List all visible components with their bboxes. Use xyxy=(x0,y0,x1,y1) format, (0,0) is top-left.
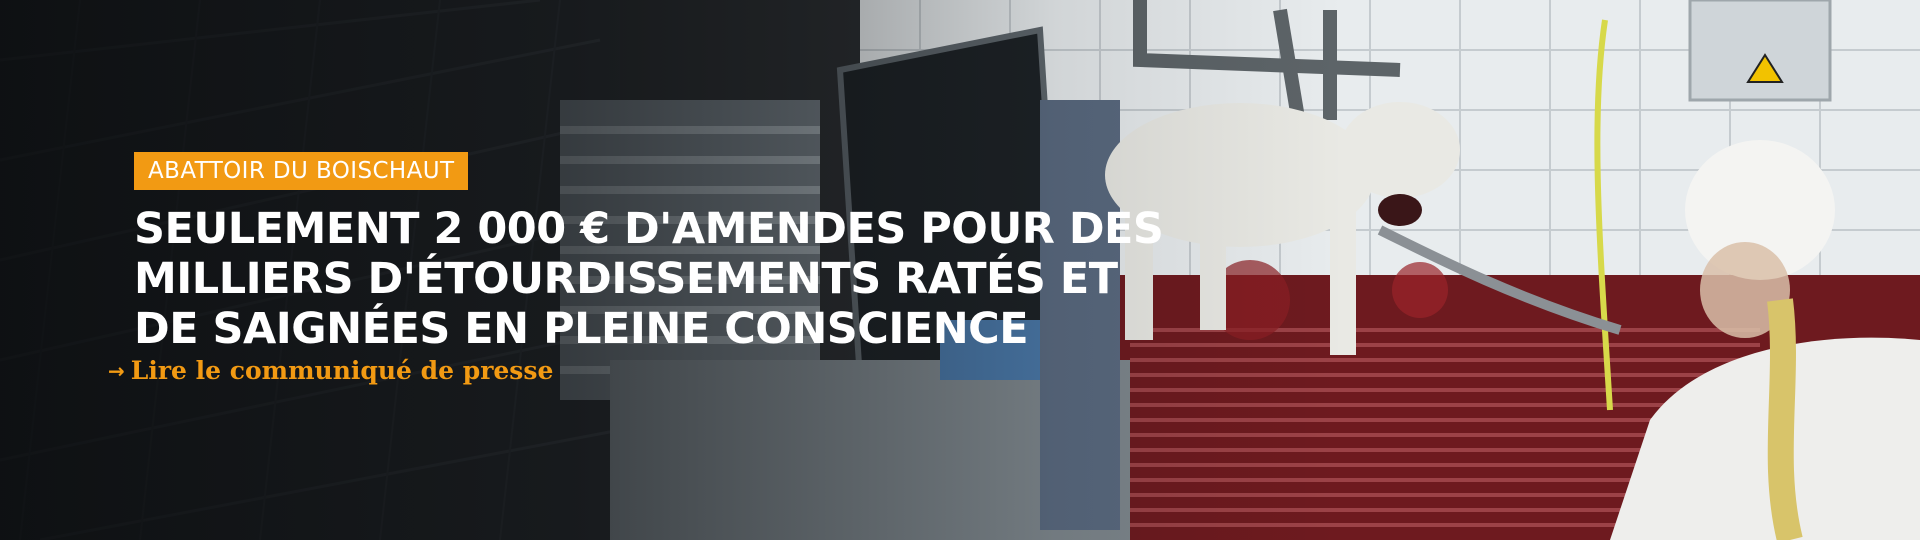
headline-line: DE SAIGNÉES EN PLEINE CONSCIENCE xyxy=(134,304,1029,354)
hero-banner[interactable]: ABATTOIR DU BOISCHAUT SEULEMENT 2 000 € … xyxy=(0,0,1920,540)
press-release-link-label: Lire le communiqué de presse xyxy=(130,356,554,385)
arrow-right-icon: → xyxy=(108,358,125,383)
headline: SEULEMENT 2 000 € D'AMENDES POUR DES MIL… xyxy=(134,204,1334,354)
press-release-link[interactable]: → Lire le communiqué de presse xyxy=(108,356,553,385)
headline-line: SEULEMENT 2 000 € D'AMENDES POUR DES xyxy=(134,204,1164,254)
location-tag: ABATTOIR DU BOISCHAUT xyxy=(134,152,469,190)
headline-line: MILLIERS D'ÉTOURDISSEMENTS RATÉS ET xyxy=(134,254,1118,304)
banner-content: ABATTOIR DU BOISCHAUT SEULEMENT 2 000 € … xyxy=(108,152,1334,385)
